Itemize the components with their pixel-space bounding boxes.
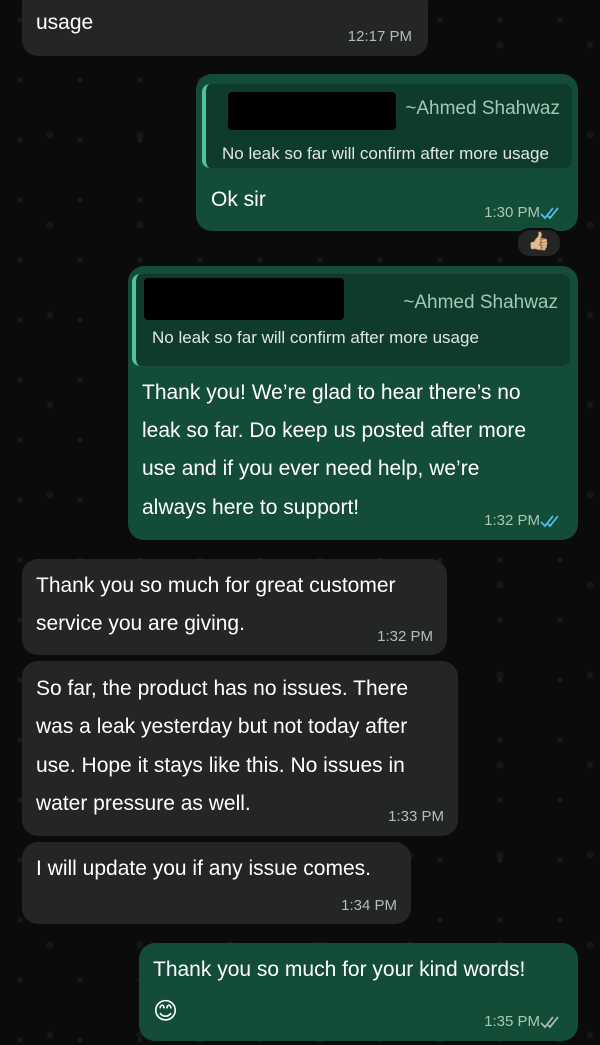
message-bubble-incoming[interactable]: I will update you if any issue comes. 1:… (22, 842, 411, 924)
message-bubble-incoming[interactable]: So far, the product has no issues. There… (22, 661, 458, 836)
message-text: usage (36, 11, 94, 34)
message-bubble-outgoing[interactable]: Thank you so much for your kind words! 😊… (139, 943, 578, 1041)
read-receipt-icon (540, 515, 559, 528)
smiling-face-emoji: 😊 (153, 998, 179, 1025)
message-time: 12:17 PM (347, 28, 412, 45)
redacted-name (228, 92, 396, 130)
message-time: 1:35 PM (484, 1013, 540, 1030)
message-line: service you are giving. (36, 612, 245, 635)
message-time: 1:32 PM (377, 628, 433, 645)
message-line: was a leak yesterday but not today after (36, 715, 408, 738)
sent-receipt-icon (540, 1016, 559, 1029)
reply-quote[interactable]: ~Ahmed Shahwaz No leak so far will confi… (132, 274, 570, 366)
message-bubble-incoming[interactable]: Thank you so much for great customer ser… (22, 559, 447, 655)
message-line: always here to support! (142, 496, 360, 519)
message-bubble-outgoing[interactable]: ~Ahmed Shahwaz No leak so far will confi… (196, 74, 578, 231)
message-time: 1:32 PM (484, 512, 540, 529)
reply-author: ~Ahmed Shahwaz (405, 98, 560, 119)
message-line: use and if you ever need help, we’re (142, 457, 480, 480)
message-bubble-outgoing[interactable]: ~Ahmed Shahwaz No leak so far will confi… (128, 266, 578, 540)
message-text: Ok sir (211, 188, 266, 211)
reply-text: No leak so far will confirm after more u… (152, 328, 479, 347)
message-time: 1:34 PM (341, 897, 397, 914)
message-line: Thank you! We’re glad to hear there’s no (142, 381, 521, 404)
message-line: use. Hope it stays like this. No issues … (36, 754, 405, 777)
message-line: So far, the product has no issues. There (36, 677, 409, 700)
message-line: leak so far. Do keep us posted after mor… (142, 419, 527, 442)
message-text: I will update you if any issue comes. (36, 857, 371, 880)
message-line: water pressure as well. (36, 792, 251, 815)
message-time: 1:33 PM (388, 808, 444, 825)
redacted-name (144, 278, 344, 320)
read-receipt-icon (540, 207, 559, 220)
reply-quote[interactable]: ~Ahmed Shahwaz No leak so far will confi… (202, 84, 572, 168)
reply-author: ~Ahmed Shahwaz (403, 292, 558, 313)
reply-text: No leak so far will confirm after more u… (222, 144, 549, 163)
message-line: Thank you so much for great customer (36, 574, 396, 597)
message-bubble-incoming[interactable]: usage 12:17 PM (22, 0, 428, 56)
message-time: 1:30 PM (484, 204, 540, 221)
reaction-badge[interactable]: 👍🏼 (516, 228, 562, 258)
message-text: Thank you so much for your kind words! (153, 958, 526, 981)
thumbs-up-icon: 👍🏼 (527, 231, 551, 251)
